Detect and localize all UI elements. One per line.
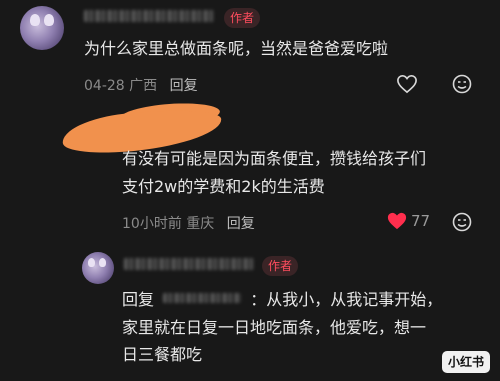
- comment-text-line-2: 支付2w的学费和2k的生活费: [122, 177, 325, 196]
- comment-text-line-1: 回复 ：从我小，从我记事开始，: [122, 287, 442, 313]
- reply-button[interactable]: 回复: [227, 216, 255, 232]
- author-tag: 作者: [224, 8, 261, 28]
- author-tag: 作者: [262, 256, 299, 276]
- comment-date: 04-28: [84, 78, 125, 94]
- reply-text: ：从我小，从我记事开始，: [250, 290, 443, 309]
- avatar[interactable]: [20, 6, 64, 50]
- like-count: 77: [411, 212, 431, 230]
- comment-text-line-3: 日三餐都吃: [122, 345, 203, 364]
- avatar-ear-left: [30, 14, 40, 26]
- author-name-blurred[interactable]: [84, 10, 214, 22]
- avatar-ear-right: [99, 258, 106, 267]
- comment-meta: 04-28 广西 回复: [84, 75, 198, 95]
- reply-target-name-blurred[interactable]: [163, 293, 242, 303]
- comment-location: 广西: [129, 78, 158, 94]
- avatar-ear-right: [44, 14, 54, 26]
- author-name-blurred[interactable]: [124, 258, 254, 270]
- heart-filled-icon[interactable]: [386, 211, 408, 231]
- avatar-ear-left: [88, 258, 95, 267]
- avatar[interactable]: [82, 252, 114, 284]
- watermark-logo: 小红书: [441, 351, 490, 373]
- comment-text-line-2: 家里就在日复一日地吃面条，他爱吃，想一: [122, 318, 427, 337]
- comment-text: 为什么家里总做面条呢，当然是爸爸爱吃啦: [84, 39, 389, 58]
- reply-prefix: 回复: [122, 290, 155, 309]
- comment-text-line-1: 有没有可能是因为面条便宜，攒钱给孩子们: [122, 149, 427, 168]
- emoji-icon[interactable]: [452, 212, 472, 232]
- comment-time: 10小时前: [122, 216, 182, 232]
- comment-meta: 10小时前 重庆 回复: [122, 213, 255, 233]
- comment-location: 重庆: [186, 216, 215, 232]
- emoji-icon[interactable]: [452, 74, 472, 94]
- heart-outline-icon[interactable]: [396, 74, 418, 94]
- reply-button[interactable]: 回复: [170, 78, 198, 94]
